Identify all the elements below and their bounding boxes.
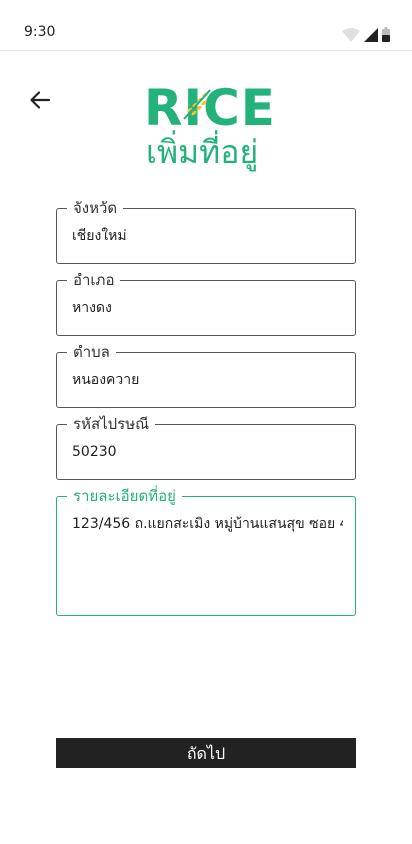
province-field[interactable]: จังหวัด เชียงใหม่	[56, 198, 356, 264]
wifi-icon	[342, 28, 360, 42]
district-value[interactable]: หางดง	[72, 299, 343, 317]
status-time: 9:30	[24, 24, 56, 40]
address-detail-field[interactable]: รายละเอียดที่อยู่ 123/456 ถ.แยกสะเมิง หม…	[56, 486, 356, 616]
battery-icon	[382, 27, 390, 42]
subdistrict-value[interactable]: หนองควาย	[72, 371, 343, 389]
back-button[interactable]	[24, 84, 56, 116]
postal-code-field[interactable]: รหัสไปรษณี 50230	[56, 414, 356, 480]
address-detail-label: รายละเอียดที่อยู่	[67, 486, 182, 506]
status-bar: 9:30	[0, 0, 412, 51]
postal-code-label: รหัสไปรษณี	[67, 414, 156, 434]
next-button[interactable]: ถัดไป	[56, 738, 356, 768]
rice-grain-icon	[183, 89, 211, 120]
page-title: เพิ่มที่อยู่	[146, 133, 259, 171]
subdistrict-label: ตำบล	[67, 342, 116, 362]
rice-logo: RICE เพิ่มที่อยู่	[140, 79, 275, 184]
postal-code-value[interactable]: 50230	[72, 443, 343, 461]
subdistrict-field[interactable]: ตำบล หนองควาย	[56, 342, 356, 408]
province-label: จังหวัด	[67, 198, 124, 218]
district-label: อำเภอ	[67, 270, 121, 290]
status-icons	[342, 24, 390, 42]
address-detail-value[interactable]: 123/456 ถ.แยกสะเมิง หมู่บ้านแสนสุข ซอย 4	[72, 515, 343, 533]
district-field[interactable]: อำเภอ หางดง	[56, 270, 356, 336]
arrow-left-icon	[30, 91, 51, 109]
cellular-signal-icon	[364, 28, 378, 42]
province-value[interactable]: เชียงใหม่	[72, 227, 343, 245]
